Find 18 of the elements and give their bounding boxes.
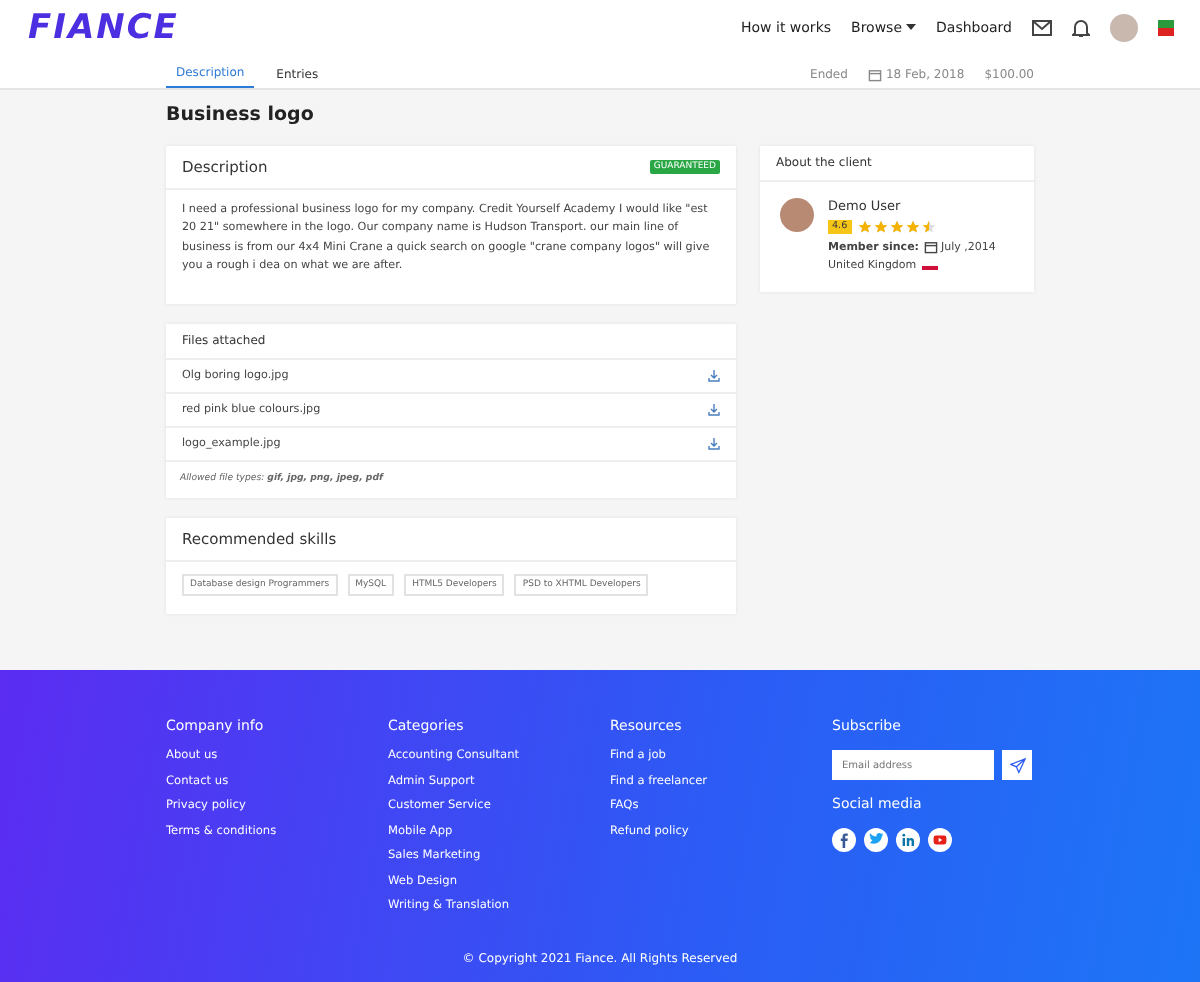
- download-icon[interactable]: [708, 437, 720, 450]
- calendar-icon: [867, 68, 882, 82]
- send-button[interactable]: [1002, 750, 1032, 780]
- linkedin-icon[interactable]: [896, 828, 920, 852]
- calendar-icon: [923, 240, 937, 254]
- facebook-icon[interactable]: [832, 828, 856, 852]
- caret-icon: [906, 24, 917, 32]
- mail-icon[interactable]: [1032, 20, 1052, 36]
- send-icon: [1009, 757, 1025, 773]
- bell-icon[interactable]: [1072, 18, 1090, 38]
- page-title: Business logo: [166, 102, 316, 130]
- download-icon[interactable]: [708, 369, 720, 382]
- avatar: [780, 198, 814, 232]
- download-icon[interactable]: [708, 403, 720, 416]
- youtube-icon[interactable]: [928, 828, 952, 852]
- twitter-icon[interactable]: [864, 828, 888, 852]
- flag-icon: [922, 262, 939, 270]
- logo[interactable]: FIANCE: [28, 8, 179, 48]
